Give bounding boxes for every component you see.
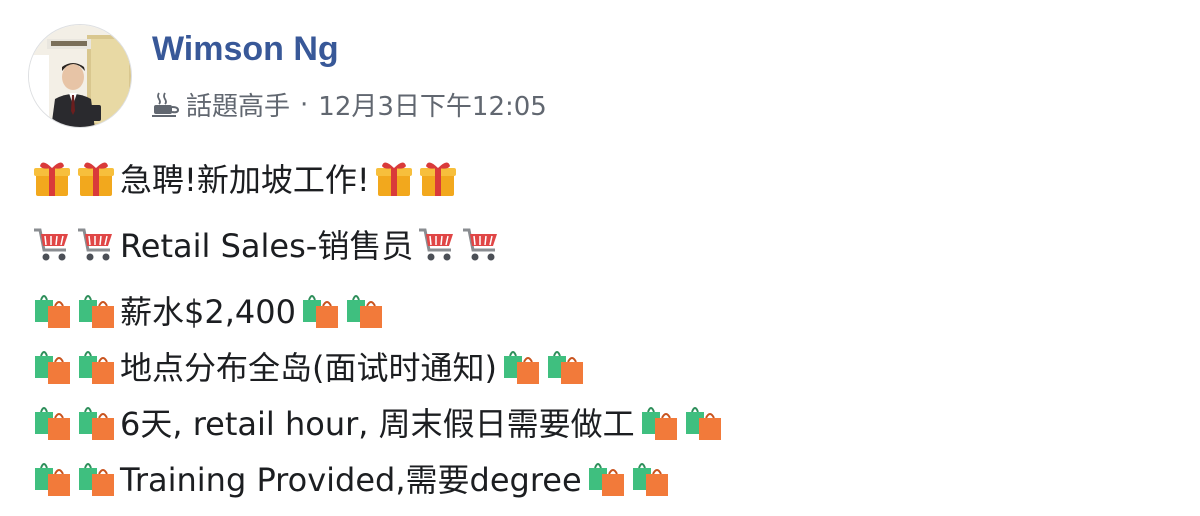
- shopping-bags-emoji: [74, 288, 118, 332]
- shopping-bags-emoji: [74, 344, 118, 388]
- facebook-post: Wimson Ng 話題高手 · 12月3日下午12:05 急聘!新加坡工作!: [0, 0, 1200, 516]
- post-line-text: 6天, retail hour, 周末假日需要做工: [120, 405, 635, 443]
- top-fan-badge-label[interactable]: 話題高手: [186, 86, 290, 123]
- author-name-link[interactable]: Wimson Ng: [152, 30, 339, 69]
- shopping-bags-emoji: [30, 400, 74, 444]
- post-line-position: Retail Sales-销售员: [30, 216, 1170, 272]
- shopping-bags-emoji: [30, 288, 74, 332]
- shopping-bags-emoji: [628, 456, 672, 500]
- post-line-location: 地点分布全岛(面试时通知): [30, 338, 1170, 394]
- post-line-text: 薪水$2,400: [120, 293, 296, 331]
- gift-emoji: [372, 156, 416, 200]
- post-line-text: Training Provided,需要degree: [120, 461, 582, 499]
- post-line-text: Retail Sales-销售员: [120, 227, 414, 265]
- post-body: 急聘!新加坡工作! Retail Sales-销售员 薪水$2,400 地点分布…: [30, 150, 1170, 506]
- gift-emoji: [416, 156, 460, 200]
- shopping-bags-emoji: [30, 344, 74, 388]
- post-line-text: 地点分布全岛(面试时通知): [120, 349, 497, 387]
- post-line-hours: 6天, retail hour, 周末假日需要做工: [30, 394, 1170, 450]
- post-line-requirements: Training Provided,需要degree: [30, 450, 1170, 506]
- gift-emoji: [74, 156, 118, 200]
- shopping-bags-emoji: [584, 456, 628, 500]
- shopping-bags-emoji: [681, 400, 725, 444]
- shopping-bags-emoji: [499, 344, 543, 388]
- coffee-cup-icon: [152, 92, 180, 118]
- post-line-text: 急聘!新加坡工作!: [120, 161, 370, 199]
- shopping-cart-emoji: [30, 222, 74, 266]
- shopping-cart-emoji: [415, 222, 459, 266]
- post-meta: 話題高手 · 12月3日下午12:05: [152, 86, 547, 123]
- shopping-bags-emoji: [543, 344, 587, 388]
- author-avatar[interactable]: [28, 24, 132, 128]
- shopping-bags-emoji: [298, 288, 342, 332]
- shopping-bags-emoji: [342, 288, 386, 332]
- shopping-bags-emoji: [637, 400, 681, 444]
- meta-separator: ·: [300, 89, 309, 120]
- shopping-bags-emoji: [30, 456, 74, 500]
- post-timestamp[interactable]: 12月3日下午12:05: [318, 86, 547, 123]
- shopping-cart-emoji: [74, 222, 118, 266]
- shopping-bags-emoji: [74, 456, 118, 500]
- post-line-headline: 急聘!新加坡工作!: [30, 150, 1170, 206]
- post-line-salary: 薪水$2,400: [30, 282, 1170, 338]
- shopping-cart-emoji: [459, 222, 503, 266]
- shopping-bags-emoji: [74, 400, 118, 444]
- gift-emoji: [30, 156, 74, 200]
